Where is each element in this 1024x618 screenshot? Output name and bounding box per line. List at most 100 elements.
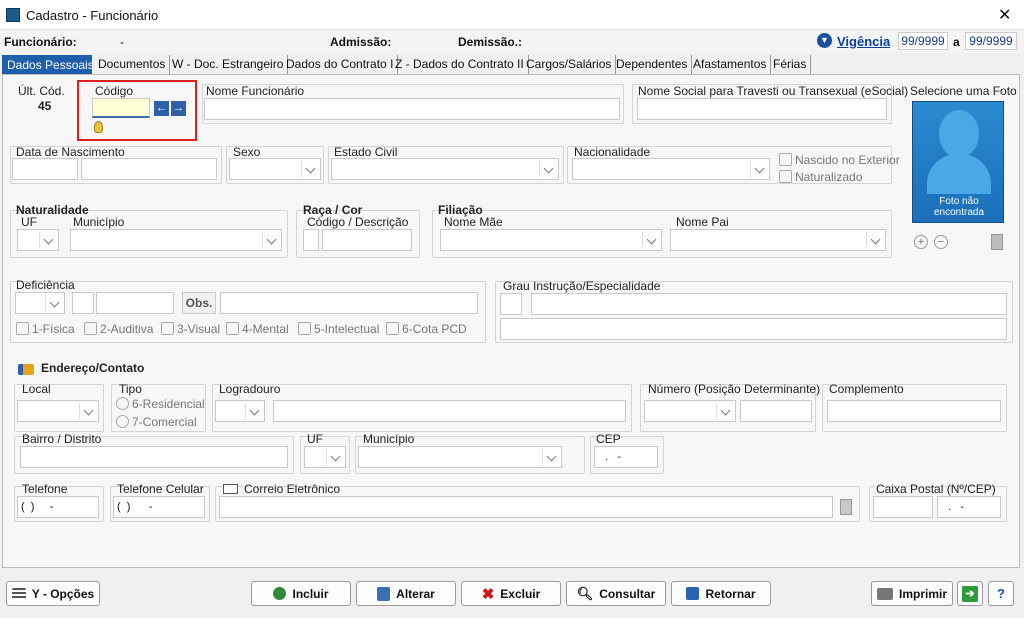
municipio-select[interactable] <box>70 229 282 251</box>
close-icon[interactable]: ✕ <box>998 5 1011 25</box>
tab-contrato-1[interactable]: Dados do Contrato I <box>282 55 399 74</box>
deficiencia-label: Deficiência <box>16 278 75 292</box>
nascimento-input-2[interactable] <box>81 158 217 180</box>
comercial-radio[interactable] <box>116 415 129 428</box>
numero-input[interactable] <box>740 400 812 422</box>
person-silhouette-icon <box>939 110 979 158</box>
codigo-desc-label: Código / Descrição <box>307 215 409 229</box>
end-uf-select[interactable] <box>304 446 346 468</box>
numero-select[interactable] <box>644 400 736 422</box>
uf-select[interactable] <box>17 229 59 251</box>
deficiencia-select[interactable] <box>15 292 65 314</box>
opcoes-button[interactable]: Y - Opções <box>6 581 100 606</box>
zoom-in-icon[interactable]: + <box>914 235 928 249</box>
residencial-radio[interactable] <box>116 397 129 410</box>
tipo-label: Tipo <box>119 382 142 396</box>
tab-contrato-2[interactable]: Z - Dados do Contrato II <box>391 55 529 74</box>
header-row: Funcionário: - Admissão: Demissão.: ▼ Vi… <box>0 31 1024 53</box>
app-icon <box>6 8 20 22</box>
raca-desc-input[interactable] <box>322 229 412 251</box>
logradouro-input[interactable] <box>273 400 626 422</box>
sexo-select[interactable] <box>229 158 321 180</box>
tab-dependentes[interactable]: Dependentes <box>612 55 693 74</box>
incluir-button[interactable]: Incluir <box>251 581 351 606</box>
telefone-mask: ( ) - <box>21 501 54 513</box>
visual-label: 3-Visual <box>177 322 221 336</box>
auditiva-checkbox[interactable] <box>84 322 97 335</box>
chevron-down-icon[interactable]: ▼ <box>817 33 832 48</box>
mae-select[interactable] <box>440 229 662 251</box>
vigencia-from[interactable]: 99/9999 <box>898 32 948 50</box>
logradouro-type-select[interactable] <box>215 400 265 422</box>
naturalizado-checkbox[interactable] <box>779 170 792 183</box>
raca-code-input[interactable] <box>303 229 319 251</box>
excluir-button[interactable]: ✖ Excluir <box>461 581 561 606</box>
alterar-label: Alterar <box>396 586 435 601</box>
nome-social-input[interactable] <box>637 98 887 120</box>
tab-afastamentos[interactable]: Afastamentos <box>689 55 772 74</box>
grau-code-input[interactable] <box>500 293 522 315</box>
numero-label: Número (Posição Determinante) <box>648 382 821 396</box>
telefone-input[interactable]: ( ) - <box>17 496 99 518</box>
bairro-label: Bairro / Distrito <box>22 432 102 446</box>
bairro-input[interactable] <box>20 446 288 468</box>
list-icon <box>11 587 26 600</box>
tab-dados-pessoais[interactable]: Dados Pessoais <box>2 55 94 74</box>
vigencia-label[interactable]: Vigência <box>837 34 890 49</box>
demissao-label: Demissão.: <box>458 35 523 49</box>
photo-placeholder[interactable]: Foto não encontrada <box>912 101 1004 223</box>
deficiencia-desc-input[interactable] <box>96 292 174 314</box>
help-button[interactable]: ? <box>988 581 1014 606</box>
consultar-button[interactable]: 🔍︎ Consultar <box>566 581 666 606</box>
nome-input[interactable] <box>204 98 620 120</box>
complemento-input[interactable] <box>827 400 1001 422</box>
deficiencia-code-input[interactable] <box>72 292 94 314</box>
nome-social-label: Nome Social para Travesti ou Transexual … <box>638 84 909 98</box>
alterar-button[interactable]: Alterar <box>356 581 456 606</box>
tab-doc-estrangeiro[interactable]: W - Doc. Estrangeiro <box>168 55 289 74</box>
delete-icon: ✖ <box>481 585 495 603</box>
grau-desc-input[interactable] <box>531 293 1007 315</box>
vigencia-to[interactable]: 99/9999 <box>965 32 1017 50</box>
retornar-button[interactable]: Retornar <box>671 581 771 606</box>
pai-select[interactable] <box>670 229 886 251</box>
sexo-label: Sexo <box>233 145 261 159</box>
caixa-postal-number-input[interactable] <box>873 496 933 518</box>
tab-cargos[interactable]: Cargos/Salários <box>522 55 617 74</box>
ult-cod-value: 45 <box>38 99 52 113</box>
window-title: Cadastro - Funcionário <box>26 8 159 23</box>
especialidade-input[interactable] <box>500 318 1007 340</box>
local-label: Local <box>22 382 51 396</box>
imprimir-button[interactable]: Imprimir <box>871 581 953 606</box>
caixa-postal-cep-input[interactable]: . - <box>937 496 1001 518</box>
estado-civil-select[interactable] <box>331 158 559 180</box>
incluir-label: Incluir <box>292 586 329 601</box>
nacionalidade-select[interactable] <box>572 158 770 180</box>
nascimento-input-1[interactable] <box>12 158 78 180</box>
endereco-title: Endereço/Contato <box>41 361 145 375</box>
grau-label: Grau Instrução/Especialidade <box>503 279 661 293</box>
obs-input[interactable] <box>220 292 478 314</box>
search-icon: 🔍︎ <box>576 585 594 601</box>
email-input[interactable] <box>219 496 833 518</box>
telefone-label: Telefone <box>22 482 68 496</box>
tab-ferias[interactable]: Férias <box>769 55 812 74</box>
visual-checkbox[interactable] <box>161 322 174 335</box>
zoom-out-icon[interactable]: − <box>934 235 948 249</box>
cota-pcd-checkbox[interactable] <box>386 322 399 335</box>
fisica-checkbox[interactable] <box>16 322 29 335</box>
highlight-box <box>77 80 197 141</box>
mental-label: 4-Mental <box>242 322 289 336</box>
cep-input[interactable]: . - <box>594 446 658 468</box>
email-document-icon[interactable] <box>840 499 852 515</box>
end-municipio-select[interactable] <box>358 446 562 468</box>
nascido-exterior-checkbox[interactable] <box>779 153 792 166</box>
edit-icon <box>377 586 391 601</box>
intelectual-checkbox[interactable] <box>298 322 311 335</box>
mental-checkbox[interactable] <box>226 322 239 335</box>
celular-input[interactable]: ( ) - <box>113 496 205 518</box>
tab-documentos[interactable]: Documentos <box>94 55 171 74</box>
document-icon[interactable] <box>991 234 1003 250</box>
exit-button[interactable]: ➔ <box>957 581 983 606</box>
local-select[interactable] <box>17 400 99 422</box>
